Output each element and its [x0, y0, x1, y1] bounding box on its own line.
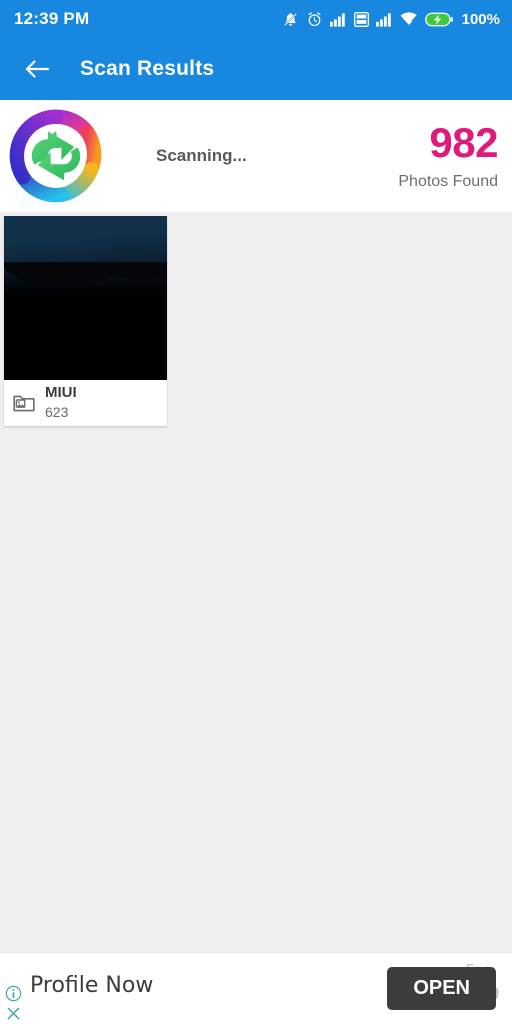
album-name: MIUI: [45, 384, 77, 402]
page-title: Scan Results: [80, 57, 215, 80]
ad-banner[interactable]: Profile Now Fac Co OPEN: [0, 952, 512, 1024]
album-meta: MIUI 623: [4, 380, 167, 426]
scan-count-block: 982 Photos Found: [398, 118, 498, 191]
battery-charging-icon: [424, 12, 453, 26]
thumbnail-silhouette: [4, 262, 167, 380]
back-button[interactable]: [22, 54, 52, 84]
alarm-clock-icon: [308, 11, 321, 26]
back-arrow-icon: [25, 60, 50, 78]
wifi-icon: [400, 11, 418, 25]
bell-muted-icon: [283, 12, 297, 26]
status-bar: 12:39 PM 100%: [0, 0, 512, 38]
photo-folder-icon: [13, 395, 35, 412]
signal-bars-icon: [329, 12, 345, 27]
album-thumbnail[interactable]: [4, 216, 167, 380]
signal-bars-2-icon: [375, 12, 391, 27]
ad-open-button[interactable]: OPEN: [387, 967, 496, 1010]
photo-recovery-logo-icon: [8, 108, 104, 204]
status-icon-tray: 100%: [282, 11, 500, 28]
results-grid: MIUI 623: [0, 212, 512, 426]
info-icon[interactable]: [5, 985, 22, 1002]
scan-summary-bar: Scanning... 982 Photos Found: [0, 100, 512, 212]
photos-found-label: Photos Found: [398, 172, 498, 190]
photos-found-count: 982: [429, 118, 498, 166]
app-bar: Scan Results: [0, 38, 512, 100]
album-card[interactable]: MIUI 623: [4, 216, 167, 426]
close-icon[interactable]: [5, 1005, 22, 1022]
scan-status-text: Scanning...: [156, 146, 247, 165]
album-texts: MIUI 623: [45, 384, 77, 421]
status-clock: 12:39 PM: [14, 9, 90, 28]
battery-percent-label: 100%: [461, 10, 500, 28]
volte-icon: [353, 11, 369, 27]
ad-title[interactable]: Profile Now: [30, 973, 153, 998]
ad-badge-group: [2, 985, 24, 1022]
album-count: 623: [45, 404, 69, 421]
